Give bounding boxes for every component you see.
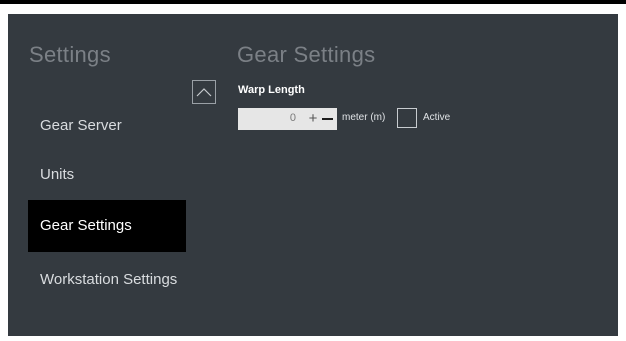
warp-length-label: Warp Length — [238, 84, 305, 96]
active-label: Active — [423, 112, 451, 123]
sidebar-title: Settings — [29, 42, 111, 67]
increment-button[interactable]: + — [306, 108, 320, 130]
sidebar-item-gear-settings[interactable]: Gear Settings — [28, 200, 186, 252]
unit-label: meter (m) — [342, 112, 386, 123]
page-title: Gear Settings — [237, 42, 376, 67]
chevron-up-icon — [196, 88, 212, 97]
sidebar-item-gear-server[interactable]: Gear Server — [28, 100, 186, 152]
warp-length-value: 0 — [289, 112, 296, 124]
sidebar-item-units[interactable]: Units — [28, 149, 186, 201]
top-border — [0, 0, 626, 4]
minus-icon[interactable] — [321, 108, 335, 130]
sidebar-item-workstation-settings[interactable]: Workstation Settings — [28, 254, 186, 306]
active-checkbox[interactable] — [397, 108, 417, 128]
collapse-button[interactable] — [192, 80, 216, 104]
warp-length-input[interactable]: 0 + — [238, 108, 337, 130]
